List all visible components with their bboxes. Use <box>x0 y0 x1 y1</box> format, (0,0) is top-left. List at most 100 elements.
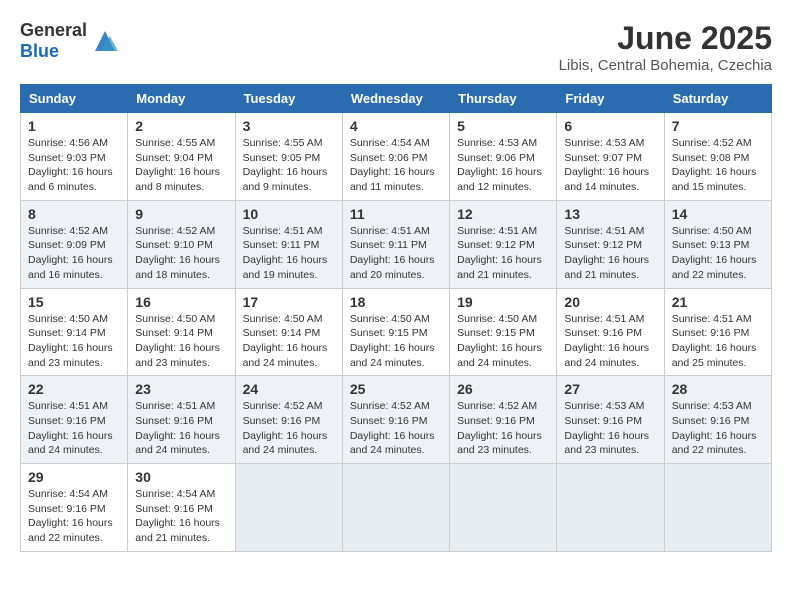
col-header-saturday: Saturday <box>664 85 771 113</box>
col-header-tuesday: Tuesday <box>235 85 342 113</box>
calendar-week-2: 8 Sunrise: 4:52 AMSunset: 9:09 PMDayligh… <box>21 200 772 288</box>
day-info: Sunrise: 4:52 AMSunset: 9:09 PMDaylight:… <box>28 225 113 281</box>
day-number: 20 <box>564 294 656 310</box>
day-info: Sunrise: 4:51 AMSunset: 9:11 PMDaylight:… <box>243 225 328 281</box>
day-number: 22 <box>28 381 120 397</box>
day-number: 28 <box>672 381 764 397</box>
calendar-cell: 19 Sunrise: 4:50 AMSunset: 9:15 PMDaylig… <box>450 288 557 376</box>
day-info: Sunrise: 4:51 AMSunset: 9:12 PMDaylight:… <box>564 225 649 281</box>
day-info: Sunrise: 4:51 AMSunset: 9:16 PMDaylight:… <box>672 313 757 369</box>
calendar-cell <box>557 464 664 552</box>
calendar-cell <box>235 464 342 552</box>
day-number: 3 <box>243 118 335 134</box>
day-number: 27 <box>564 381 656 397</box>
calendar-cell: 11 Sunrise: 4:51 AMSunset: 9:11 PMDaylig… <box>342 200 449 288</box>
day-info: Sunrise: 4:51 AMSunset: 9:16 PMDaylight:… <box>135 400 220 456</box>
day-number: 21 <box>672 294 764 310</box>
day-info: Sunrise: 4:54 AMSunset: 9:06 PMDaylight:… <box>350 137 435 193</box>
day-info: Sunrise: 4:52 AMSunset: 9:16 PMDaylight:… <box>350 400 435 456</box>
calendar-cell: 13 Sunrise: 4:51 AMSunset: 9:12 PMDaylig… <box>557 200 664 288</box>
logo-general: General <box>20 20 87 40</box>
calendar-cell: 16 Sunrise: 4:50 AMSunset: 9:14 PMDaylig… <box>128 288 235 376</box>
day-number: 10 <box>243 206 335 222</box>
day-number: 19 <box>457 294 549 310</box>
day-number: 24 <box>243 381 335 397</box>
day-number: 13 <box>564 206 656 222</box>
calendar-cell <box>664 464 771 552</box>
day-info: Sunrise: 4:53 AMSunset: 9:16 PMDaylight:… <box>672 400 757 456</box>
calendar-cell: 5 Sunrise: 4:53 AMSunset: 9:06 PMDayligh… <box>450 113 557 201</box>
day-number: 8 <box>28 206 120 222</box>
day-info: Sunrise: 4:50 AMSunset: 9:14 PMDaylight:… <box>243 313 328 369</box>
logo-text: General Blue <box>20 20 87 62</box>
day-number: 25 <box>350 381 442 397</box>
day-number: 11 <box>350 206 442 222</box>
col-header-thursday: Thursday <box>450 85 557 113</box>
calendar-cell: 2 Sunrise: 4:55 AMSunset: 9:04 PMDayligh… <box>128 113 235 201</box>
calendar-cell: 4 Sunrise: 4:54 AMSunset: 9:06 PMDayligh… <box>342 113 449 201</box>
day-number: 1 <box>28 118 120 134</box>
calendar-table: SundayMondayTuesdayWednesdayThursdayFrid… <box>20 84 772 552</box>
day-number: 9 <box>135 206 227 222</box>
calendar-cell: 20 Sunrise: 4:51 AMSunset: 9:16 PMDaylig… <box>557 288 664 376</box>
calendar-cell: 17 Sunrise: 4:50 AMSunset: 9:14 PMDaylig… <box>235 288 342 376</box>
day-info: Sunrise: 4:52 AMSunset: 9:16 PMDaylight:… <box>243 400 328 456</box>
day-info: Sunrise: 4:51 AMSunset: 9:11 PMDaylight:… <box>350 225 435 281</box>
calendar-cell: 26 Sunrise: 4:52 AMSunset: 9:16 PMDaylig… <box>450 376 557 464</box>
day-info: Sunrise: 4:50 AMSunset: 9:13 PMDaylight:… <box>672 225 757 281</box>
calendar-cell: 7 Sunrise: 4:52 AMSunset: 9:08 PMDayligh… <box>664 113 771 201</box>
day-info: Sunrise: 4:53 AMSunset: 9:07 PMDaylight:… <box>564 137 649 193</box>
day-info: Sunrise: 4:56 AMSunset: 9:03 PMDaylight:… <box>28 137 113 193</box>
calendar-cell <box>450 464 557 552</box>
day-info: Sunrise: 4:51 AMSunset: 9:16 PMDaylight:… <box>564 313 649 369</box>
day-number: 29 <box>28 469 120 485</box>
calendar-week-3: 15 Sunrise: 4:50 AMSunset: 9:14 PMDaylig… <box>21 288 772 376</box>
calendar-cell: 12 Sunrise: 4:51 AMSunset: 9:12 PMDaylig… <box>450 200 557 288</box>
day-info: Sunrise: 4:55 AMSunset: 9:04 PMDaylight:… <box>135 137 220 193</box>
calendar-cell: 25 Sunrise: 4:52 AMSunset: 9:16 PMDaylig… <box>342 376 449 464</box>
col-header-monday: Monday <box>128 85 235 113</box>
day-info: Sunrise: 4:50 AMSunset: 9:14 PMDaylight:… <box>135 313 220 369</box>
calendar-cell: 15 Sunrise: 4:50 AMSunset: 9:14 PMDaylig… <box>21 288 128 376</box>
calendar-cell: 29 Sunrise: 4:54 AMSunset: 9:16 PMDaylig… <box>21 464 128 552</box>
calendar-header-row: SundayMondayTuesdayWednesdayThursdayFrid… <box>21 85 772 113</box>
day-info: Sunrise: 4:50 AMSunset: 9:15 PMDaylight:… <box>457 313 542 369</box>
day-info: Sunrise: 4:53 AMSunset: 9:06 PMDaylight:… <box>457 137 542 193</box>
col-header-wednesday: Wednesday <box>342 85 449 113</box>
day-number: 12 <box>457 206 549 222</box>
calendar-cell: 27 Sunrise: 4:53 AMSunset: 9:16 PMDaylig… <box>557 376 664 464</box>
col-header-sunday: Sunday <box>21 85 128 113</box>
day-info: Sunrise: 4:52 AMSunset: 9:08 PMDaylight:… <box>672 137 757 193</box>
calendar-cell: 28 Sunrise: 4:53 AMSunset: 9:16 PMDaylig… <box>664 376 771 464</box>
logo-blue: Blue <box>20 41 59 61</box>
calendar-cell: 1 Sunrise: 4:56 AMSunset: 9:03 PMDayligh… <box>21 113 128 201</box>
location: Libis, Central Bohemia, Czechia <box>559 57 772 74</box>
day-info: Sunrise: 4:54 AMSunset: 9:16 PMDaylight:… <box>135 488 220 544</box>
day-info: Sunrise: 4:51 AMSunset: 9:12 PMDaylight:… <box>457 225 542 281</box>
calendar-week-4: 22 Sunrise: 4:51 AMSunset: 9:16 PMDaylig… <box>21 376 772 464</box>
day-info: Sunrise: 4:53 AMSunset: 9:16 PMDaylight:… <box>564 400 649 456</box>
day-number: 4 <box>350 118 442 134</box>
title-block: June 2025 Libis, Central Bohemia, Czechi… <box>559 20 772 74</box>
calendar-cell: 9 Sunrise: 4:52 AMSunset: 9:10 PMDayligh… <box>128 200 235 288</box>
calendar-week-5: 29 Sunrise: 4:54 AMSunset: 9:16 PMDaylig… <box>21 464 772 552</box>
calendar-cell <box>342 464 449 552</box>
day-number: 17 <box>243 294 335 310</box>
day-info: Sunrise: 4:55 AMSunset: 9:05 PMDaylight:… <box>243 137 328 193</box>
day-number: 5 <box>457 118 549 134</box>
logo-icon <box>90 26 120 56</box>
day-info: Sunrise: 4:54 AMSunset: 9:16 PMDaylight:… <box>28 488 113 544</box>
logo: General Blue <box>20 20 120 62</box>
day-number: 16 <box>135 294 227 310</box>
day-number: 26 <box>457 381 549 397</box>
day-info: Sunrise: 4:50 AMSunset: 9:14 PMDaylight:… <box>28 313 113 369</box>
day-info: Sunrise: 4:52 AMSunset: 9:10 PMDaylight:… <box>135 225 220 281</box>
calendar-cell: 30 Sunrise: 4:54 AMSunset: 9:16 PMDaylig… <box>128 464 235 552</box>
day-number: 18 <box>350 294 442 310</box>
day-info: Sunrise: 4:51 AMSunset: 9:16 PMDaylight:… <box>28 400 113 456</box>
day-info: Sunrise: 4:50 AMSunset: 9:15 PMDaylight:… <box>350 313 435 369</box>
day-number: 23 <box>135 381 227 397</box>
calendar-cell: 6 Sunrise: 4:53 AMSunset: 9:07 PMDayligh… <box>557 113 664 201</box>
day-number: 14 <box>672 206 764 222</box>
calendar-cell: 22 Sunrise: 4:51 AMSunset: 9:16 PMDaylig… <box>21 376 128 464</box>
